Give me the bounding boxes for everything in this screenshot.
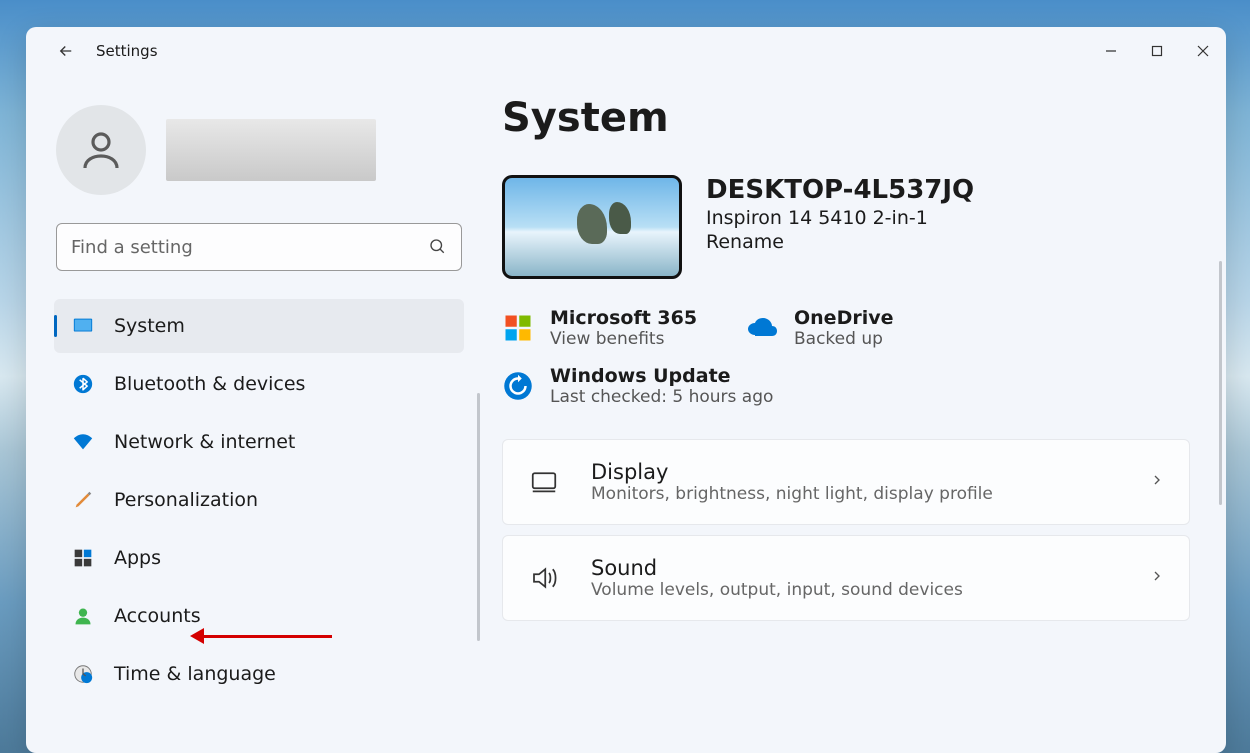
settings-cards: Display Monitors, brightness, night ligh… xyxy=(502,439,1190,621)
close-button[interactable] xyxy=(1180,35,1226,67)
nav-list: System Bluetooth & devices Network & int… xyxy=(50,297,468,703)
minimize-button[interactable] xyxy=(1088,35,1134,67)
page-title: System xyxy=(502,95,1190,141)
windows-update-icon xyxy=(502,370,534,402)
sidebar-item-label: System xyxy=(114,315,185,337)
window-body: System Bluetooth & devices Network & int… xyxy=(26,75,1226,753)
sidebar-item-personalization[interactable]: Personalization xyxy=(54,473,464,527)
person-icon xyxy=(77,126,125,174)
sidebar-item-bluetooth[interactable]: Bluetooth & devices xyxy=(54,357,464,411)
titlebar: Settings xyxy=(26,27,1226,75)
card-subtitle: Volume levels, output, input, sound devi… xyxy=(591,580,963,600)
onedrive-icon xyxy=(746,312,778,344)
maximize-button[interactable] xyxy=(1134,35,1180,67)
status-microsoft-365[interactable]: Microsoft 365 View benefits xyxy=(502,303,722,353)
search-icon xyxy=(428,237,446,259)
desktop-wallpaper-thumbnail[interactable] xyxy=(502,175,682,279)
sidebar-item-time-language[interactable]: Time & language xyxy=(54,647,464,701)
accounts-icon xyxy=(72,605,94,627)
status-subtext[interactable]: View benefits xyxy=(550,329,697,349)
display-icon xyxy=(527,467,561,497)
minimize-icon xyxy=(1105,45,1117,57)
microsoft-365-icon xyxy=(502,312,534,344)
sound-icon xyxy=(527,563,561,593)
profile-block[interactable] xyxy=(50,105,468,195)
window-controls xyxy=(1088,35,1226,67)
status-windows-update[interactable]: Windows Update Last checked: 5 hours ago xyxy=(502,361,1190,411)
search-wrap xyxy=(56,223,462,271)
status-onedrive[interactable]: OneDrive Backed up xyxy=(746,303,966,353)
avatar xyxy=(56,105,146,195)
sidebar-item-label: Apps xyxy=(114,547,161,569)
card-subtitle: Monitors, brightness, night light, displ… xyxy=(591,484,993,504)
apps-icon xyxy=(72,547,94,569)
status-subtext: Last checked: 5 hours ago xyxy=(550,387,773,407)
sidebar-item-label: Accounts xyxy=(114,605,201,627)
arrow-left-icon xyxy=(57,42,75,60)
sidebar-item-label: Time & language xyxy=(114,663,276,685)
card-display[interactable]: Display Monitors, brightness, night ligh… xyxy=(502,439,1190,525)
wifi-icon xyxy=(72,431,94,453)
chevron-right-icon xyxy=(1149,472,1165,492)
maximize-icon xyxy=(1151,45,1163,57)
status-title: OneDrive xyxy=(794,307,894,329)
status-title: Windows Update xyxy=(550,365,773,387)
search-input[interactable] xyxy=(56,223,462,271)
main-panel: System DESKTOP-4L537JQ Inspiron 14 5410 … xyxy=(478,75,1226,753)
sidebar-item-accounts[interactable]: Accounts xyxy=(54,589,464,643)
card-title: Display xyxy=(591,460,993,484)
rename-link[interactable]: Rename xyxy=(706,231,974,253)
settings-window: Settings xyxy=(26,27,1226,753)
close-icon xyxy=(1197,45,1209,57)
sidebar-item-label: Personalization xyxy=(114,489,258,511)
sidebar-item-label: Bluetooth & devices xyxy=(114,373,305,395)
user-name-redacted xyxy=(166,119,376,181)
card-title: Sound xyxy=(591,556,963,580)
status-title: Microsoft 365 xyxy=(550,307,697,329)
sidebar-item-network[interactable]: Network & internet xyxy=(54,415,464,469)
brush-icon xyxy=(72,489,94,511)
status-grid: Microsoft 365 View benefits OneDrive Bac… xyxy=(502,303,1190,411)
sidebar-item-system[interactable]: System xyxy=(54,299,464,353)
back-button[interactable] xyxy=(46,31,86,71)
system-icon xyxy=(72,315,94,337)
card-sound[interactable]: Sound Volume levels, output, input, soun… xyxy=(502,535,1190,621)
device-name: DESKTOP-4L537JQ xyxy=(706,175,974,205)
chevron-right-icon xyxy=(1149,568,1165,588)
bluetooth-icon xyxy=(72,373,94,395)
clock-globe-icon xyxy=(72,663,94,685)
sidebar-item-label: Network & internet xyxy=(114,431,295,453)
device-model: Inspiron 14 5410 2-in-1 xyxy=(706,207,974,229)
device-header: DESKTOP-4L537JQ Inspiron 14 5410 2-in-1 … xyxy=(502,175,1190,279)
window-title: Settings xyxy=(96,42,158,60)
sidebar-item-apps[interactable]: Apps xyxy=(54,531,464,585)
sidebar: System Bluetooth & devices Network & int… xyxy=(26,75,478,753)
device-info: DESKTOP-4L537JQ Inspiron 14 5410 2-in-1 … xyxy=(706,175,974,253)
status-subtext: Backed up xyxy=(794,329,894,349)
main-scrollbar[interactable] xyxy=(1219,261,1222,505)
